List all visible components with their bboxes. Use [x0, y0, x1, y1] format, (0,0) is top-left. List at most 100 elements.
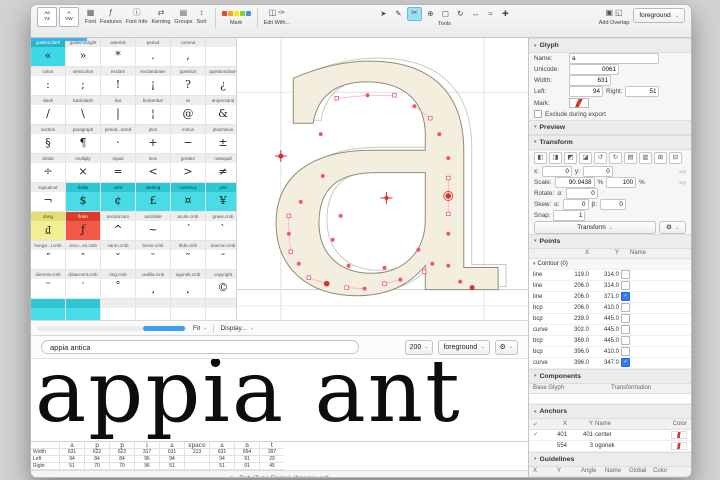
preview-layer-select[interactable]: foreground ⌄ [438, 339, 490, 355]
display-dropdown[interactable]: Display... ⌄ [220, 325, 253, 332]
glyph-cell[interactable] [66, 299, 101, 320]
xcy-toggles[interactable]: xcy [679, 169, 686, 174]
fit-dropdown[interactable]: Fit ⌄ [193, 325, 207, 332]
mark-color-swatch[interactable] [227, 10, 233, 16]
points-contour-row[interactable]: ▾ Contour (0) [529, 258, 691, 270]
scale-x-field[interactable] [554, 177, 595, 189]
metrics-value[interactable]: 94 [209, 456, 234, 463]
metrics-value[interactable] [184, 463, 209, 470]
glyph-cell-hunga-t-cmb[interactable]: hunga...t.cmb ˝ [31, 241, 66, 270]
metrics-value[interactable]: 622 [84, 449, 109, 456]
pen-tool[interactable]: ✎ [392, 8, 405, 20]
glyph-cell-copyright[interactable]: copyright © [206, 270, 236, 299]
rotate-right-icon[interactable]: ↻ [609, 151, 622, 164]
glyph-cell[interactable] [206, 299, 236, 320]
glyph-cell[interactable] [171, 299, 206, 320]
metrics-value[interactable]: 29 [259, 456, 284, 463]
mark-group[interactable]: Mark [221, 7, 251, 26]
point-checkbox[interactable] [621, 325, 630, 335]
rotate-field[interactable] [565, 188, 598, 200]
metrics-value[interactable]: 397 [259, 449, 284, 456]
metrics-value[interactable]: 631 [159, 449, 184, 456]
mark-color-swatch[interactable] [239, 10, 245, 16]
mark-color-swatch[interactable] [245, 10, 251, 16]
y-field[interactable] [582, 165, 613, 177]
metrics-value[interactable]: 51 [159, 463, 184, 470]
metrics-value[interactable]: 94 [59, 456, 84, 463]
rotate-tool[interactable]: ↻ [454, 8, 467, 20]
glyph-cell-greater[interactable]: greater > [171, 154, 206, 183]
glyph-cell-period-tered[interactable]: period...tered · [101, 125, 136, 154]
anchors-section-header[interactable]: ▾ Anchors [529, 404, 691, 420]
metrics-value[interactable]: 84 [109, 456, 134, 463]
metrics-value[interactable]: 631 [209, 449, 234, 456]
glyph-cell-minus[interactable]: minus − [171, 125, 206, 154]
glyph-cell-question[interactable]: question? [171, 67, 206, 96]
rect-tool[interactable]: ▢ [439, 8, 452, 20]
glyph-cell-dieresis-cmb[interactable]: dieresis.cmb ¨ [31, 270, 66, 299]
flip-vertical-icon[interactable]: ◨ [549, 151, 562, 164]
glyph-cell-caron-cmb[interactable]: caron.cmb ˇ [101, 241, 136, 270]
layer-select[interactable]: foreground ⌄ [633, 8, 685, 23]
uppercase-preview-toggle[interactable]: Aa YZ [37, 7, 57, 27]
glyph-cell-notequal[interactable]: notequal ≠ [206, 154, 236, 183]
edit-with-group[interactable]: ◫ ✑ Edit With... [264, 7, 291, 26]
glyph-cell-grave-cmb[interactable]: grave.cmb ` [206, 212, 236, 241]
metrics-value[interactable]: 622 [109, 449, 134, 456]
mirror-diagonal-icon[interactable]: ◩ [564, 151, 577, 164]
metrics-value[interactable]: 70 [84, 463, 109, 470]
scrollbar-thumb[interactable] [143, 325, 185, 331]
glyph-cell-backslash[interactable]: backslash \ [66, 96, 101, 125]
glyph-cell-cent[interactable]: cent ¢ [101, 183, 136, 212]
guidelines-section-header[interactable]: ▾ Guidelines [529, 451, 691, 467]
glyph-cell-acute-cmb[interactable]: acute.cmb ´ [171, 212, 206, 241]
glyph-canvas[interactable]: a a [237, 38, 528, 320]
point-checkbox[interactable] [621, 303, 630, 313]
point-checkbox[interactable] [621, 270, 630, 280]
xcy-toggles[interactable]: xcy [679, 180, 686, 185]
glyph-cell-questiondown[interactable]: questiondown ¿ [206, 67, 236, 96]
skew-beta-field[interactable] [599, 199, 626, 211]
metrics-value[interactable]: 84 [84, 456, 109, 463]
glyph-cell-logicalnot[interactable]: logicalnot ¬ [31, 183, 66, 212]
right-field[interactable] [625, 86, 660, 98]
glyph-cell-ring-cmb[interactable]: ring.cmb ˚ [101, 270, 136, 299]
glyph-cell-ampersand[interactable]: ampersand & [206, 96, 236, 125]
glyph-cell-multiply[interactable]: multiply × [66, 154, 101, 183]
anchor-color-swatch[interactable] [671, 441, 687, 450]
guide-tool[interactable]: ✚ [499, 8, 512, 20]
glyph-cell-less[interactable]: less < [136, 154, 171, 183]
point-checkbox[interactable]: ✓ [621, 358, 630, 368]
metrics-value[interactable]: 96 [134, 456, 159, 463]
metrics-value[interactable] [184, 456, 209, 463]
points-row[interactable]: bcp 396.0 410.0 [529, 346, 691, 358]
glyph-cell-guillemotleft[interactable]: guillemotleft « [31, 38, 66, 67]
mark-color-swatch[interactable] [569, 98, 589, 109]
metrics-value[interactable]: 51 [59, 463, 84, 470]
points-row[interactable]: line 119.0 314.0 [529, 269, 691, 281]
glyph-cell-bar[interactable]: bar | [101, 96, 136, 125]
grid-scroll-indicator[interactable] [31, 38, 87, 41]
add-overlap-icon[interactable]: ◱ [615, 7, 623, 19]
expand-icon[interactable]: ⊞ [654, 151, 667, 164]
glyph-cell-plus[interactable]: plus + [136, 125, 171, 154]
points-section-header[interactable]: ▾ Points [529, 233, 691, 249]
components-section-header[interactable]: ▾ Components [529, 368, 691, 384]
mark-color-swatch[interactable] [221, 10, 227, 16]
width-field[interactable] [569, 75, 611, 87]
glyph-cell-divide[interactable]: divide ÷ [31, 154, 66, 183]
menu-font-info[interactable]: ⓘ Font Info [124, 7, 150, 25]
flip-horizontal-icon[interactable]: ◧ [534, 151, 547, 164]
knife-tool[interactable]: ✂ [406, 6, 422, 21]
glyph-cell-period[interactable]: period. [136, 38, 171, 67]
scale-y-field[interactable] [606, 177, 637, 189]
measure-tool[interactable]: ↔ [469, 8, 482, 20]
mark-color-swatch[interactable] [233, 10, 239, 16]
text-preview[interactable]: appia ant [31, 359, 528, 441]
glyph-cell[interactable] [136, 299, 171, 320]
glyph-cell-yen[interactable]: yen ¥ [206, 183, 236, 212]
shape-tool[interactable]: ⊕ [424, 8, 437, 20]
glyph-cell-guillemotright[interactable]: guillemotright» [66, 38, 101, 67]
name-field[interactable] [569, 53, 659, 65]
glyph-cell-macron-cmb[interactable]: macron.cmb ¯ [206, 241, 236, 270]
